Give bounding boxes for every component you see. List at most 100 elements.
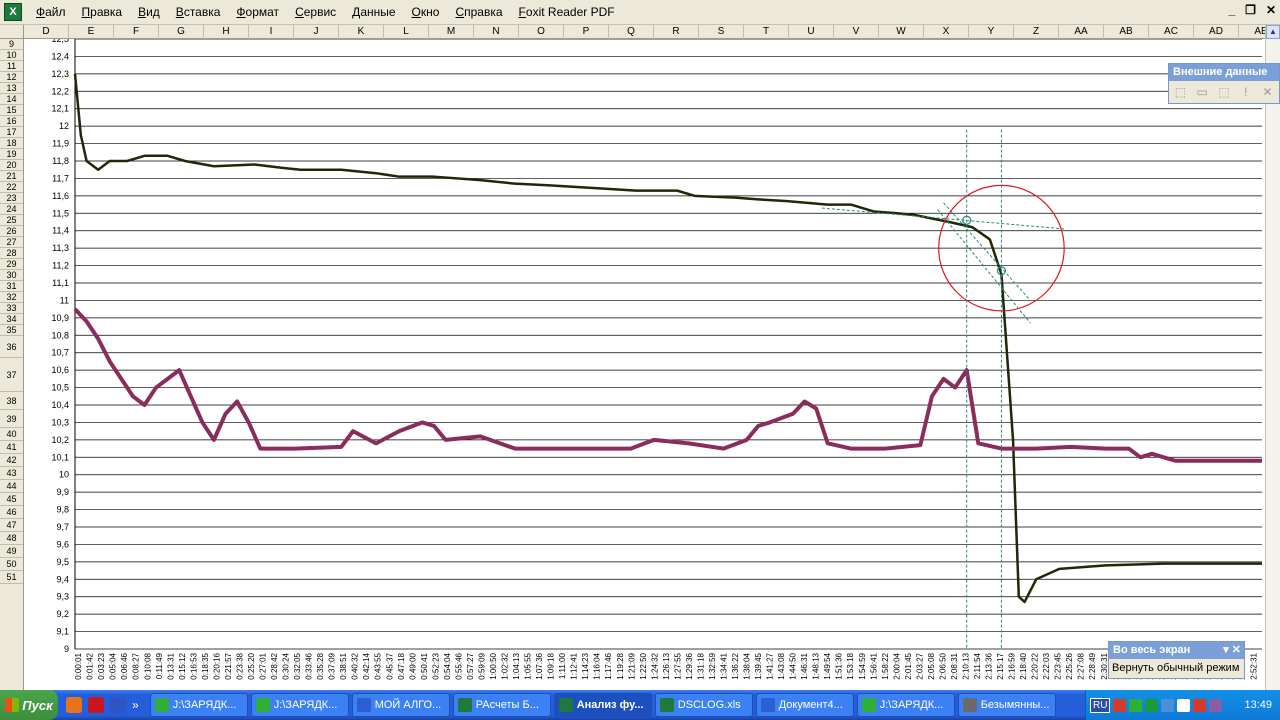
row-header-43[interactable]: 43	[0, 467, 23, 480]
row-header-11[interactable]: 11	[0, 61, 23, 72]
column-header-S[interactable]: S	[699, 25, 744, 39]
external-data-button-2-icon[interactable]: ⬚	[1217, 84, 1232, 100]
taskbar-button-6[interactable]: Документ4...	[755, 693, 854, 717]
row-header-15[interactable]: 15	[0, 105, 23, 116]
external-data-button-0-icon[interactable]: ⬚	[1173, 84, 1188, 100]
row-header-29[interactable]: 29	[0, 259, 23, 270]
column-header-V[interactable]: V	[834, 25, 879, 39]
column-header-K[interactable]: K	[339, 25, 384, 39]
taskbar-button-0[interactable]: J:\ЗАРЯДК...	[149, 693, 248, 717]
column-header-AD[interactable]: AD	[1194, 25, 1239, 39]
clock[interactable]: 13:49	[1244, 699, 1272, 711]
row-header-33[interactable]: 33	[0, 303, 23, 314]
row-header-37[interactable]: 37	[0, 358, 23, 392]
column-header-H[interactable]: H	[204, 25, 249, 39]
column-header-O[interactable]: O	[519, 25, 564, 39]
vertical-scrollbar[interactable]: ▲	[1265, 25, 1280, 690]
row-header-38[interactable]: 38	[0, 392, 23, 410]
column-header-N[interactable]: N	[474, 25, 519, 39]
fullscreen-panel-title[interactable]: Во весь экран ▾ ✕	[1109, 642, 1244, 659]
column-header-AB[interactable]: AB	[1104, 25, 1149, 39]
column-header-L[interactable]: L	[384, 25, 429, 39]
row-header-36[interactable]: 36	[0, 336, 23, 358]
column-header-W[interactable]: W	[879, 25, 924, 39]
excel-app-icon[interactable]: X	[4, 3, 22, 21]
row-header-51[interactable]: 51	[0, 571, 23, 584]
row-header-20[interactable]: 20	[0, 160, 23, 171]
column-header-M[interactable]: M	[429, 25, 474, 39]
row-header-39[interactable]: 39	[0, 410, 23, 428]
select-all-corner[interactable]	[0, 25, 24, 39]
menu-item-6[interactable]: Данные	[344, 2, 403, 23]
menu-item-0[interactable]: Файл	[28, 2, 74, 23]
tray-alert-icon[interactable]	[1193, 698, 1207, 712]
column-header-U[interactable]: U	[789, 25, 834, 39]
external-data-button-4-icon[interactable]: ✕	[1260, 84, 1275, 100]
row-header-24[interactable]: 24	[0, 204, 23, 215]
row-header-22[interactable]: 22	[0, 182, 23, 193]
column-header-J[interactable]: J	[294, 25, 339, 39]
row-header-16[interactable]: 16	[0, 116, 23, 127]
tray-speaker-icon[interactable]	[1177, 698, 1191, 712]
external-data-button-1-icon[interactable]: ▭	[1195, 84, 1210, 100]
row-header-46[interactable]: 46	[0, 506, 23, 519]
firefox-icon[interactable]	[66, 697, 82, 713]
external-data-button-3-icon[interactable]: !	[1238, 84, 1253, 100]
menu-item-1[interactable]: Правка	[74, 2, 131, 23]
restore-normal-view-button[interactable]: Вернуть обычный режим	[1109, 659, 1244, 677]
row-header-12[interactable]: 12	[0, 72, 23, 83]
row-header-25[interactable]: 25	[0, 215, 23, 226]
row-header-30[interactable]: 30	[0, 270, 23, 281]
taskbar-button-8[interactable]: Безымянны...	[957, 693, 1056, 717]
column-header-Y[interactable]: Y	[969, 25, 1014, 39]
menu-item-8[interactable]: Справка	[447, 2, 510, 23]
menu-item-7[interactable]: Окно	[404, 2, 448, 23]
row-header-14[interactable]: 14	[0, 94, 23, 105]
menu-item-9[interactable]: Foxit Reader PDF	[511, 2, 623, 23]
column-header-D[interactable]: D	[24, 25, 69, 39]
taskbar-button-2[interactable]: МОЙ АЛГО...	[351, 693, 450, 717]
row-header-23[interactable]: 23	[0, 193, 23, 204]
menu-item-5[interactable]: Сервис	[287, 2, 344, 23]
row-header-18[interactable]: 18	[0, 138, 23, 149]
row-header-32[interactable]: 32	[0, 292, 23, 303]
scroll-up-arrow-icon[interactable]: ▲	[1266, 25, 1280, 39]
menu-item-2[interactable]: Вид	[130, 2, 168, 23]
row-header-49[interactable]: 49	[0, 545, 23, 558]
column-header-G[interactable]: G	[159, 25, 204, 39]
tray-network-icon[interactable]	[1129, 698, 1143, 712]
browser-icon[interactable]	[88, 697, 104, 713]
column-header-T[interactable]: T	[744, 25, 789, 39]
column-header-Z[interactable]: Z	[1014, 25, 1059, 39]
row-header-42[interactable]: 42	[0, 454, 23, 467]
row-header-40[interactable]: 40	[0, 428, 23, 441]
language-indicator[interactable]: RU	[1090, 697, 1111, 713]
row-header-34[interactable]: 34	[0, 314, 23, 325]
taskbar-button-1[interactable]: J:\ЗАРЯДК...	[250, 693, 349, 717]
row-header-26[interactable]: 26	[0, 226, 23, 237]
row-header-13[interactable]: 13	[0, 83, 23, 94]
row-header-28[interactable]: 28	[0, 248, 23, 259]
column-header-X[interactable]: X	[924, 25, 969, 39]
row-header-48[interactable]: 48	[0, 532, 23, 545]
row-header-50[interactable]: 50	[0, 558, 23, 571]
minimize-icon[interactable]: _	[1228, 3, 1235, 17]
row-header-45[interactable]: 45	[0, 493, 23, 506]
taskbar-button-3[interactable]: РАсчеты Б...	[452, 693, 551, 717]
taskbar-button-5[interactable]: DSCLOG.xls	[654, 693, 753, 717]
save-disk-icon[interactable]	[110, 697, 126, 713]
row-header-19[interactable]: 19	[0, 149, 23, 160]
restore-icon[interactable]: ❐	[1245, 3, 1256, 17]
panel-close-icon[interactable]: ▾ ✕	[1223, 642, 1241, 659]
menu-item-4[interactable]: Формат	[228, 2, 287, 23]
column-header-R[interactable]: R	[654, 25, 699, 39]
row-header-41[interactable]: 41	[0, 441, 23, 454]
tray-monitor-icon[interactable]	[1209, 698, 1223, 712]
tray-sync-icon[interactable]	[1161, 698, 1175, 712]
row-header-10[interactable]: 10	[0, 50, 23, 61]
column-header-AA[interactable]: AA	[1059, 25, 1104, 39]
row-header-9[interactable]: 9	[0, 39, 23, 50]
taskbar-button-4[interactable]: Анализ фу...	[553, 693, 652, 717]
column-header-F[interactable]: F	[114, 25, 159, 39]
quick-launch-more-icon[interactable]: »	[132, 698, 139, 712]
